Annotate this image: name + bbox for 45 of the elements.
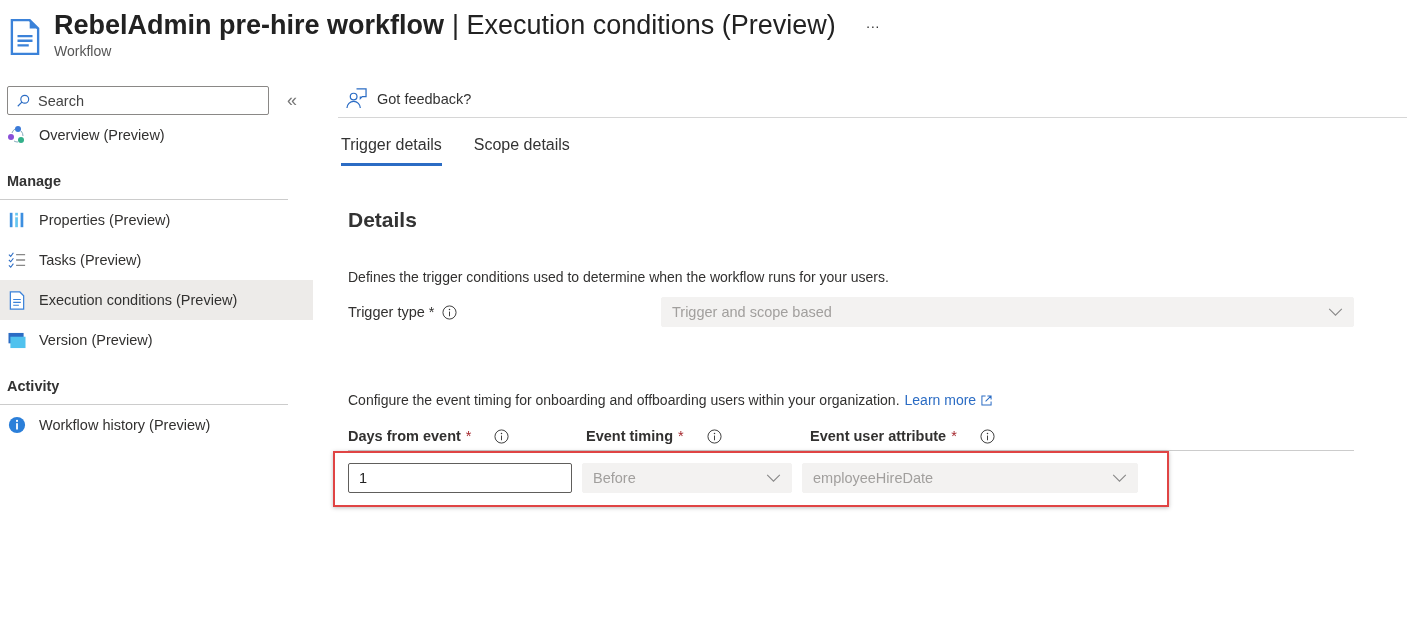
windows-icon (7, 331, 27, 349)
page-caption: Workflow (54, 43, 113, 59)
required-mark: * (678, 428, 684, 444)
document-icon (10, 18, 40, 56)
tab[interactable]: Trigger details (341, 130, 442, 166)
checklist-icon (7, 251, 27, 269)
chevron-icon (766, 473, 781, 483)
info-icon (7, 416, 27, 434)
external-link-icon (981, 394, 993, 406)
field-label: Days from event (348, 428, 461, 444)
timing-text: Configure the event timing for onboarding and offboarding users within your organization. (348, 392, 900, 408)
nav-item[interactable]: Execution conditions (Preview) (0, 280, 313, 320)
page-subtitle: | Execution conditions (Preview) (452, 10, 836, 41)
info-icon (979, 428, 995, 444)
description-text: Defines the trigger conditions used to determine when the workflow runs for your users. (348, 269, 890, 285)
field-label: Event user attribute (810, 428, 947, 444)
info-icon (494, 428, 510, 444)
field-label: Event timing (586, 428, 673, 444)
overview-icon (7, 125, 27, 145)
section-heading: Manage (0, 155, 288, 200)
days-input[interactable]: 1 (348, 463, 572, 493)
nav-item[interactable]: Version (Preview) (0, 320, 313, 360)
info-icon (441, 304, 457, 320)
page-title: RebelAdmin pre-hire workflow (54, 10, 445, 41)
required-mark: * (465, 428, 472, 444)
chevron-icon (1328, 307, 1343, 317)
feedback-icon (346, 88, 367, 109)
info-icon (706, 428, 722, 444)
tab[interactable]: Scope details (473, 130, 570, 166)
nav-item[interactable]: Overview (Preview) (0, 115, 313, 155)
nav-item[interactable]: Properties (Preview) (0, 200, 313, 240)
search-field[interactable]: Search (7, 86, 269, 115)
required-mark: * (951, 428, 957, 444)
learn-more-link[interactable]: Learn more (904, 392, 977, 408)
more-button[interactable]: ··· (865, 17, 880, 34)
document-icon (7, 290, 27, 310)
collapse-button[interactable]: « (281, 89, 303, 112)
nav-item[interactable]: Workflow history (Preview) (0, 405, 313, 445)
section-title: Details (348, 208, 418, 232)
feedback-button[interactable]: Got feedback? (346, 88, 472, 109)
field-label: Trigger type * (348, 304, 435, 320)
search-icon (16, 94, 30, 108)
nav-item[interactable]: Tasks (Preview) (0, 240, 313, 280)
chevron-icon (1112, 473, 1127, 483)
section-heading: Activity (0, 360, 288, 405)
